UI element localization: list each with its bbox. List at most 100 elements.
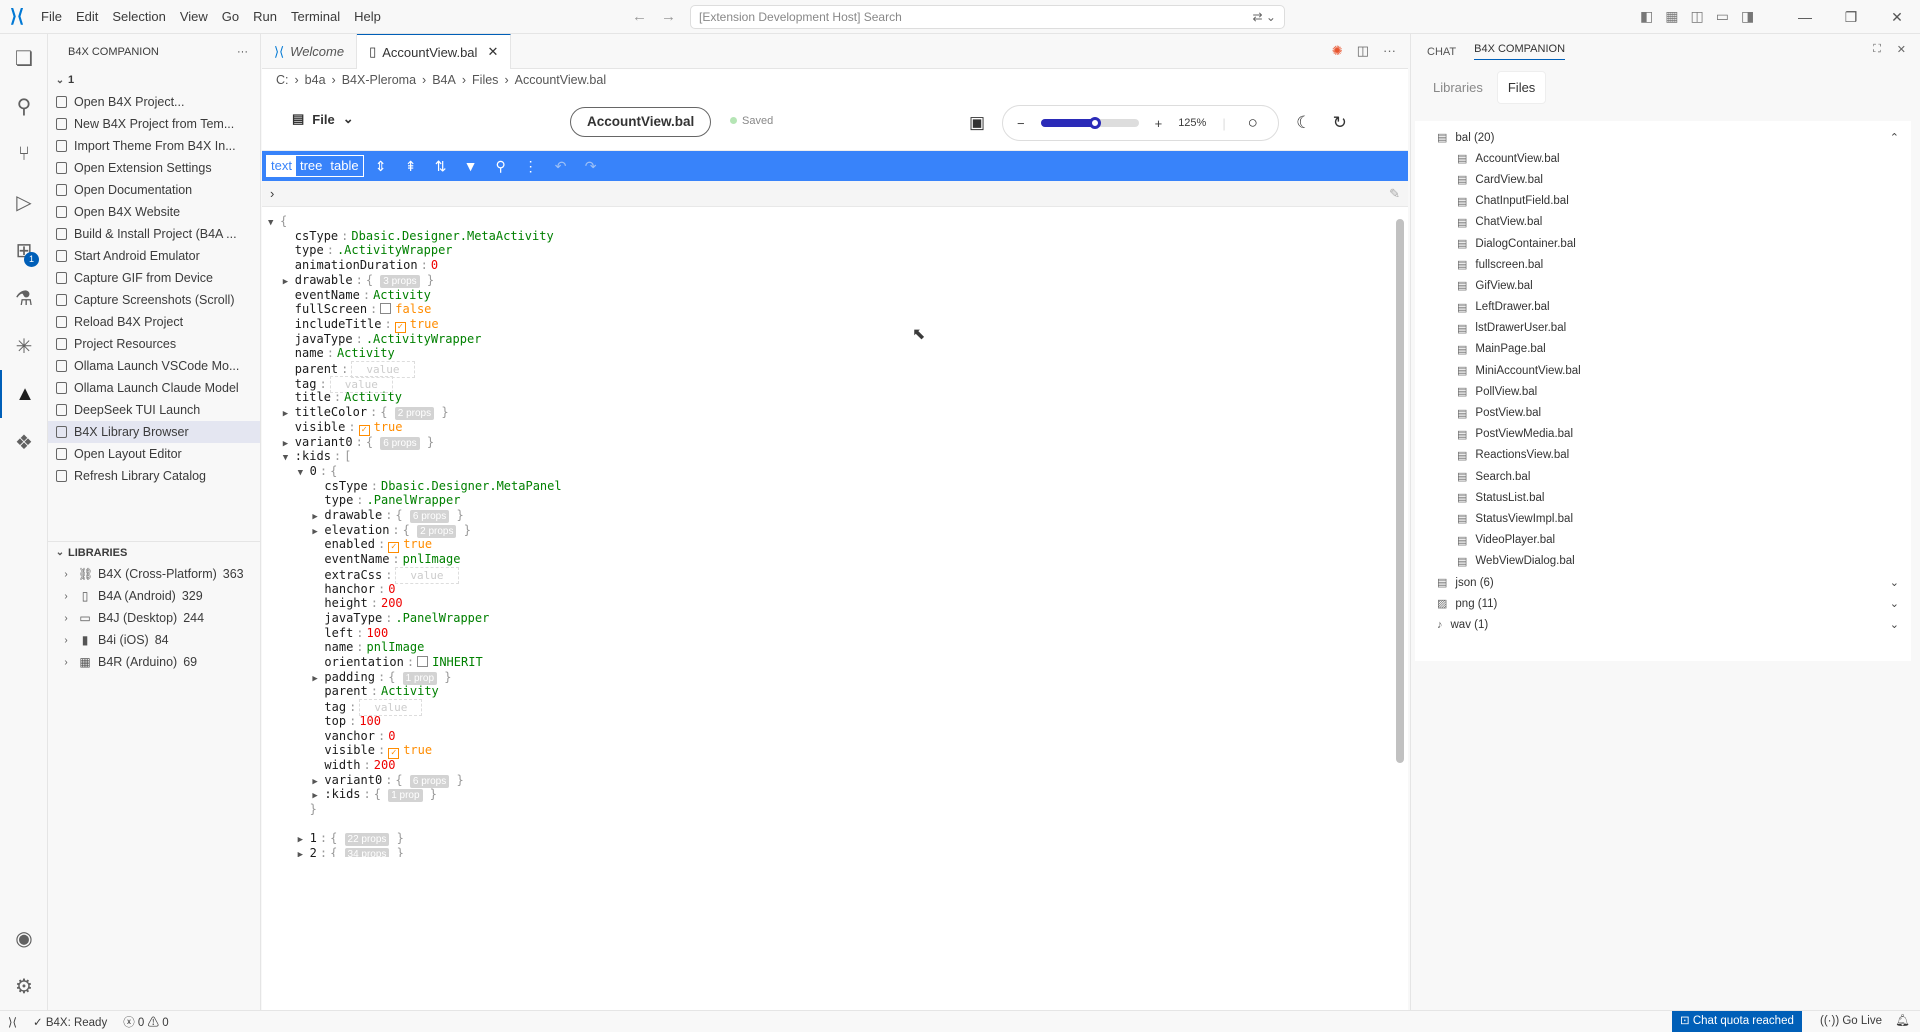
menu-item-selection[interactable]: Selection xyxy=(105,0,172,34)
copilot-spark-icon[interactable]: ✳ xyxy=(0,322,48,370)
run-debug-icon[interactable]: ▷ xyxy=(0,178,48,226)
settings-gear-icon[interactable]: ⚙ xyxy=(0,962,48,1010)
property-key[interactable]: title xyxy=(295,390,331,404)
property-key[interactable]: type xyxy=(295,243,324,257)
more-vertical-icon[interactable]: ⋮ xyxy=(518,158,544,175)
chevron-down-icon[interactable]: ⌄ xyxy=(1890,576,1899,589)
copilot-icon[interactable]: ⇄ ⌄ xyxy=(1253,6,1276,28)
property-key[interactable]: 2 xyxy=(310,846,317,857)
property-key[interactable]: javaType xyxy=(295,332,353,346)
back-icon[interactable]: ← xyxy=(632,8,647,25)
command-item[interactable]: DeepSeek TUI Launch xyxy=(48,399,260,421)
property-key[interactable]: parent xyxy=(324,684,367,698)
toggle-sidebar-icon[interactable]: ◫ xyxy=(1690,8,1703,25)
explorer-icon[interactable]: ❏ xyxy=(0,34,48,82)
bal-file-item[interactable]: ▤ VideoPlayer.bal xyxy=(1415,530,1911,551)
subtab-libraries[interactable]: Libraries xyxy=(1423,72,1493,103)
property-key[interactable]: { xyxy=(280,214,287,228)
property-key[interactable]: height xyxy=(324,596,367,610)
property-value[interactable]: false xyxy=(395,302,431,316)
menu-item-edit[interactable]: Edit xyxy=(69,0,105,34)
file-group[interactable]: ♪ wav (1) ⌄ xyxy=(1415,614,1911,635)
property-value[interactable]: pnlImage xyxy=(367,640,425,654)
property-key[interactable]: left xyxy=(324,626,353,640)
property-value[interactable]: Activity xyxy=(381,684,439,698)
property-value[interactable]: 0 xyxy=(431,258,438,272)
property-value[interactable]: pnlImage xyxy=(403,552,461,566)
property-key[interactable]: includeTitle xyxy=(295,317,382,331)
property-key[interactable]: fullScreen xyxy=(295,302,367,316)
property-key[interactable]: javaType xyxy=(324,611,382,625)
property-key[interactable]: eventName xyxy=(324,552,389,566)
property-key[interactable]: enabled xyxy=(324,537,375,551)
problems-indicator[interactable]: ⓧ 0 ⚠ 0 xyxy=(115,1014,176,1030)
property-key[interactable]: visible xyxy=(295,420,346,434)
bal-file-item[interactable]: ▤ StatusList.bal xyxy=(1415,487,1911,508)
property-key[interactable]: top xyxy=(324,714,346,728)
property-key[interactable]: extraCss xyxy=(324,568,382,582)
menu-item-help[interactable]: Help xyxy=(347,0,388,34)
library-item[interactable]: › ▮ B4i (iOS) 84 xyxy=(48,629,260,651)
command-item[interactable]: Open B4X Website xyxy=(48,201,260,223)
chevron-right-icon[interactable]: › xyxy=(270,186,274,201)
command-item[interactable]: New B4X Project from Tem... xyxy=(48,113,260,135)
more-actions-icon[interactable]: ··· xyxy=(237,46,248,58)
property-value[interactable]: 200 xyxy=(381,596,403,610)
command-item[interactable]: Reload B4X Project xyxy=(48,311,260,333)
filter-icon[interactable]: ▼ xyxy=(458,158,484,174)
property-value[interactable]: Activity xyxy=(337,346,395,360)
expand-down-icon[interactable]: ▼ xyxy=(298,466,310,481)
tab-b4x-companion[interactable]: B4X COMPANION xyxy=(1474,43,1566,60)
file-menu-button[interactable]: ▤ File ⌄ xyxy=(292,111,354,127)
chat-quota-status[interactable]: ⊡ Chat quota reached xyxy=(1672,1011,1802,1032)
chevron-down-icon[interactable]: ⌄ xyxy=(1890,618,1899,631)
property-value[interactable]: INHERIT xyxy=(432,655,483,669)
zoom-slider[interactable] xyxy=(1040,117,1139,129)
bal-file-item[interactable]: ▤ GifView.bal xyxy=(1415,275,1911,296)
toggle-secondary-sidebar-icon[interactable]: ◨ xyxy=(1741,8,1754,25)
command-item[interactable]: Build & Install Project (B4A ... xyxy=(48,223,260,245)
notifications-icon[interactable]: 🔔︎ xyxy=(1895,1011,1910,1032)
checkbox[interactable] xyxy=(417,656,429,667)
property-key[interactable]: name xyxy=(324,640,353,654)
maximize-icon[interactable]: ⛶ xyxy=(1873,43,1881,56)
tab-accountview[interactable]: ▯ AccountView.bal ✕ xyxy=(357,34,512,69)
property-value[interactable]: 0 xyxy=(388,582,395,596)
file-group[interactable]: ▤ json (6) ⌄ xyxy=(1415,572,1911,593)
property-value[interactable]: .PanelWrapper xyxy=(367,493,461,507)
command-item[interactable]: Refresh Library Catalog xyxy=(48,465,260,487)
property-key[interactable]: elevation xyxy=(324,523,389,537)
library-item[interactable]: › ⛓ B4X (Cross-Platform) 363 xyxy=(48,563,260,585)
close-icon[interactable]: ✕ xyxy=(1897,43,1906,56)
command-item[interactable]: B4X Library Browser xyxy=(48,421,260,443)
property-key[interactable]: name xyxy=(295,346,324,360)
command-center-search[interactable]: [Extension Development Host] Search ⇄ ⌄ xyxy=(690,5,1285,29)
library-item[interactable]: › ▦ B4R (Arduino) 69 xyxy=(48,651,260,673)
command-item[interactable]: Capture GIF from Device xyxy=(48,267,260,289)
command-item[interactable]: Open Documentation xyxy=(48,179,260,201)
restore-icon[interactable]: ❐ xyxy=(1828,9,1874,26)
property-key[interactable]: type xyxy=(324,493,353,507)
menu-item-go[interactable]: Go xyxy=(215,0,246,34)
zoom-out-icon[interactable]: − xyxy=(1017,116,1025,131)
edit-icon[interactable]: ✎ xyxy=(1389,186,1400,202)
extensions-icon[interactable]: ⊞ 1 xyxy=(0,226,48,274)
copilot-star-icon[interactable]: ✺ xyxy=(1332,43,1343,59)
bal-file-item[interactable]: ▤ PostView.bal xyxy=(1415,402,1911,423)
breadcrumb-item[interactable]: Files xyxy=(472,73,498,87)
subtab-files[interactable]: Files xyxy=(1496,70,1547,104)
command-item[interactable]: Start Android Emulator xyxy=(48,245,260,267)
section-header[interactable]: ⌄ 1 xyxy=(48,69,260,91)
bal-file-item[interactable]: ▤ AccountView.bal xyxy=(1415,148,1911,169)
menu-item-view[interactable]: View xyxy=(173,0,215,34)
refresh-icon[interactable]: ↻ xyxy=(1329,113,1351,133)
property-key[interactable]: animationDuration xyxy=(295,258,418,272)
property-key[interactable]: width xyxy=(324,758,360,772)
expand-down-icon[interactable]: ▼ xyxy=(283,451,295,466)
bal-file-item[interactable]: ▤ PollView.bal xyxy=(1415,381,1911,402)
breadcrumb-item[interactable]: AccountView.bal xyxy=(515,73,607,87)
redo-icon[interactable]: ↷ xyxy=(578,158,604,175)
remote-icon[interactable]: ⟩⟨ xyxy=(0,1015,25,1029)
property-key[interactable]: variant0 xyxy=(324,773,382,787)
property-key[interactable]: orientation xyxy=(324,655,403,669)
